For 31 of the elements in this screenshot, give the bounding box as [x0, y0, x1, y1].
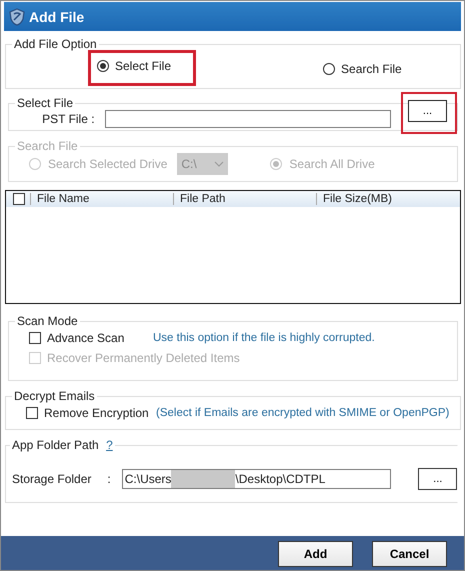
- group-label: Decrypt Emails: [13, 389, 96, 403]
- path-text: \Desktop\CDTPL: [235, 472, 326, 486]
- browse-button[interactable]: ...: [418, 468, 457, 490]
- browse-button[interactable]: ...: [408, 100, 447, 122]
- shield-icon: [9, 8, 25, 26]
- column-header[interactable]: File Path: [173, 193, 316, 205]
- chevron-down-icon: [214, 161, 224, 167]
- group-label: Add File Option: [13, 37, 98, 51]
- add-button[interactable]: Add: [278, 541, 353, 567]
- group-label: App Folder Path: [12, 438, 99, 452]
- storage-folder-field[interactable]: C:\Users \Desktop\CDTPL: [122, 469, 392, 489]
- hint-text: Use this option if the file is highly corrupted.: [153, 332, 375, 344]
- pst-file-field[interactable]: [104, 110, 391, 128]
- radio-option[interactable]: Search File: [314, 51, 413, 87]
- cancel-button[interactable]: Cancel: [372, 541, 447, 567]
- hint-text: (Select if Emails are encrypted with SMIME or OpenPGP): [156, 407, 450, 419]
- separator-text: :: [107, 472, 111, 486]
- field-label: Storage Folder: [12, 472, 92, 486]
- column-header[interactable]: File Size(MB): [316, 193, 392, 205]
- radio-option[interactable]: Select File: [88, 50, 196, 86]
- group-label: Scan Mode: [16, 314, 79, 328]
- column-header[interactable]: File Name: [30, 193, 173, 205]
- group-label: Search File: [16, 139, 79, 153]
- help-link[interactable]: ?: [106, 438, 113, 452]
- checkbox-option[interactable]: Advance Scan: [29, 331, 153, 345]
- window-title: Add File: [29, 8, 84, 24]
- checkbox-option[interactable]: Remove Encryption: [26, 406, 150, 420]
- group-label: Select File: [16, 96, 74, 110]
- select-all-checkbox[interactable]: [13, 193, 25, 205]
- field-label: PST File :: [41, 112, 96, 126]
- path-text: C:\Users: [124, 472, 172, 486]
